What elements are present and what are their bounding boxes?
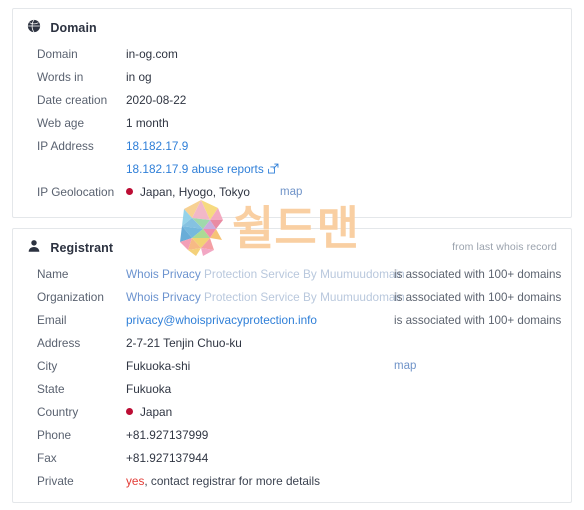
whois-source-note: from last whois record (452, 241, 557, 253)
table-row: City Fukuoka-shi map (13, 355, 571, 378)
japan-flag-dot (126, 188, 133, 195)
row-label: City (37, 359, 58, 373)
table-row: Address 2-7-21 Tenjin Chuo-ku (13, 332, 571, 355)
registrant-name-strong[interactable]: Whois Privacy (126, 267, 201, 281)
row-value: Fukuoka-shi (126, 359, 191, 373)
table-row: Fax +81.927137944 (13, 447, 571, 470)
registrant-rows: Name Whois Privacy Protection Service By… (13, 261, 571, 493)
row-label: Web age (37, 116, 85, 130)
row-label: Fax (37, 451, 57, 465)
row-label: IP Geolocation (37, 185, 115, 199)
table-row: Domain in-og.com (13, 43, 571, 66)
domain-rows: Domain in-og.com Words in in og Date cre… (13, 41, 571, 204)
row-label: IP Address (37, 139, 94, 153)
city-map-link[interactable]: map (394, 355, 416, 378)
domain-card-header: Domain (13, 9, 571, 41)
table-row: Country Japan (13, 401, 571, 424)
row-value: 2020-08-22 (126, 93, 187, 107)
private-flag-yes: yes (126, 474, 145, 488)
registrant-card-header: Registrant from last whois record (13, 229, 571, 261)
row-value: Japan, Hyogo, Tokyo (126, 181, 250, 204)
row-value: +81.927137944 (126, 451, 209, 465)
row-label: Phone (37, 428, 72, 442)
user-icon (27, 239, 41, 253)
table-row: Email privacy@whoisprivacyprotection.inf… (13, 309, 571, 332)
row-label: Name (37, 267, 69, 281)
japan-flag-dot (126, 408, 133, 415)
registrant-name-faded[interactable]: Protection Service By Muumuudomain (204, 267, 405, 281)
registrant-org-faded[interactable]: Protection Service By Muumuudomain (204, 290, 405, 304)
table-row: IP Address 18.182.17.9 (13, 135, 571, 158)
table-row: 18.182.17.9 abuse reports (13, 158, 571, 181)
row-label: Country (37, 405, 79, 419)
assoc-note: is associated with 100+ domains (394, 291, 562, 304)
registrant-email-link[interactable]: privacy@whoisprivacyprotection.info (126, 309, 317, 332)
globe-icon (27, 19, 41, 33)
row-label: Address (37, 336, 81, 350)
map-link[interactable]: map (280, 181, 302, 204)
registrant-card: Registrant from last whois record Name W… (12, 228, 572, 503)
assoc-note: is associated with 100+ domains (394, 314, 562, 327)
row-label: Organization (37, 290, 104, 304)
row-value: in og (126, 70, 152, 84)
abuse-reports-link[interactable]: 18.182.17.9 abuse reports (126, 162, 264, 176)
table-row: Organization Whois Privacy Protection Se… (13, 286, 571, 309)
registrant-card-title: Registrant (50, 240, 114, 255)
assoc-note: is associated with 100+ domains (394, 268, 562, 281)
row-value: in-og.com (126, 47, 178, 61)
table-row: Date creation 2020-08-22 (13, 89, 571, 112)
table-row: IP Geolocation Japan, Hyogo, Tokyo map (13, 181, 571, 204)
row-value: Whois Privacy Protection Service By Muum… (126, 263, 405, 286)
table-row: Name Whois Privacy Protection Service By… (13, 263, 571, 286)
row-label: Email (37, 313, 67, 327)
table-row: Phone +81.927137999 (13, 424, 571, 447)
private-flag-note: , contact registrar for more details (144, 474, 321, 488)
row-value: Whois Privacy Protection Service By Muum… (126, 286, 405, 309)
domain-card: Domain Domain in-og.com Words in in og D… (12, 8, 572, 218)
external-link-icon[interactable] (267, 159, 279, 174)
row-label: Private (37, 474, 74, 488)
table-row: Web age 1 month (13, 112, 571, 135)
row-value: Fukuoka (126, 382, 172, 396)
row-label: Date creation (37, 93, 108, 107)
geolocation-text: Japan, Hyogo, Tokyo (140, 185, 250, 199)
row-value: 18.182.17.9 abuse reports (126, 158, 279, 181)
row-label: Domain (37, 47, 78, 61)
ip-address-link[interactable]: 18.182.17.9 (126, 135, 188, 158)
row-value: 2-7-21 Tenjin Chuo-ku (126, 336, 242, 350)
row-label: Words in (37, 70, 84, 84)
domain-card-title: Domain (50, 20, 97, 35)
table-row: Private yes, contact registrar for more … (13, 470, 571, 493)
row-value: 1 month (126, 116, 169, 130)
table-row: Words in in og (13, 66, 571, 89)
row-label: State (37, 382, 65, 396)
whois-result-page: Domain Domain in-og.com Words in in og D… (0, 0, 584, 510)
row-value: yes, contact registrar for more details (126, 470, 320, 493)
registrant-org-strong[interactable]: Whois Privacy (126, 290, 201, 304)
row-value: Japan (126, 401, 172, 424)
country-text: Japan (140, 405, 173, 419)
row-value: +81.927137999 (126, 428, 209, 442)
table-row: State Fukuoka (13, 378, 571, 401)
